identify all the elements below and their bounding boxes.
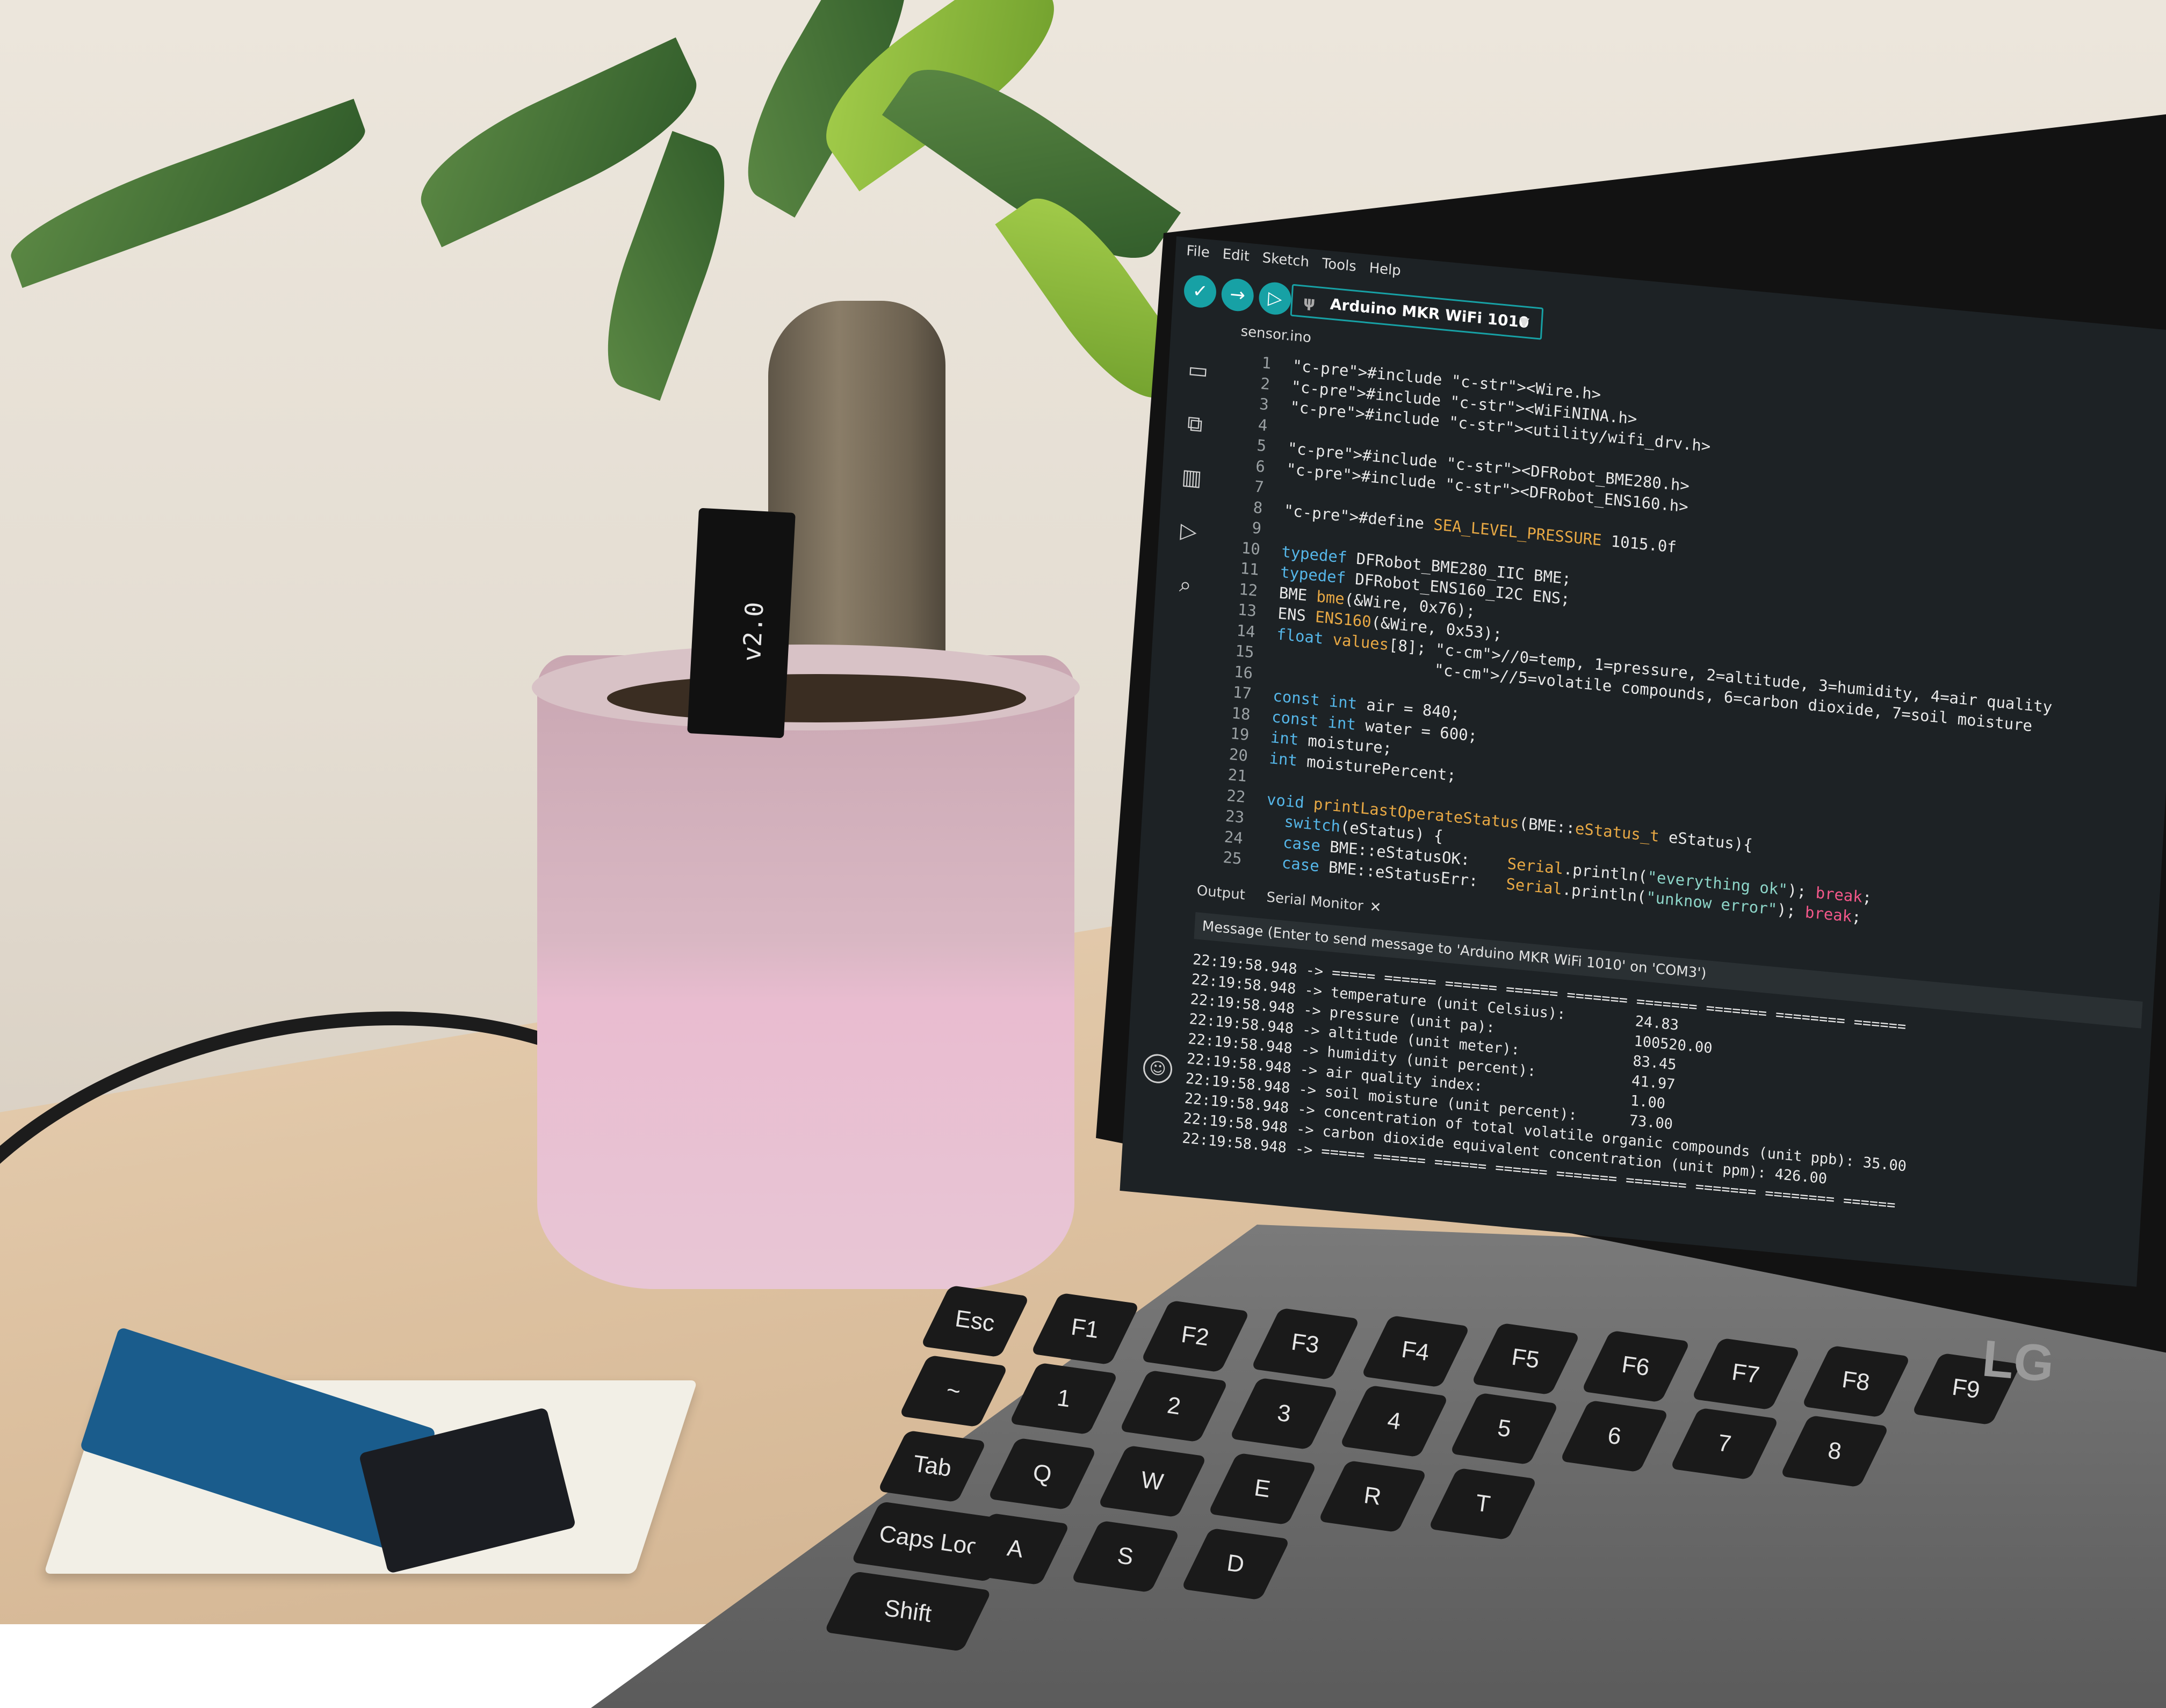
tab-serial-monitor-label: Serial Monitor [1266,889,1364,915]
plant-pot [537,655,1074,1289]
key: Esc [920,1285,1030,1358]
key: 6 [1559,1400,1669,1473]
key: 7 [1670,1407,1779,1480]
verify-button[interactable]: ✓ [1183,273,1217,309]
chevron-down-icon: ▼ [1519,314,1530,330]
debug-icon: ▷ [1267,287,1283,310]
tab-output[interactable]: Output [1196,882,1246,903]
menu-tools[interactable]: Tools [1322,256,1357,275]
key: S [1071,1520,1180,1593]
key: F2 [1140,1300,1250,1373]
key: 5 [1449,1392,1559,1465]
key: D [1181,1528,1290,1601]
usb-icon: ψ [1303,292,1316,312]
board-name: Arduino MKR WiFi 1010 [1330,294,1530,331]
key: F3 [1251,1307,1360,1380]
key: F8 [1801,1345,1911,1418]
key: 1 [1009,1362,1118,1435]
key: F1 [1030,1292,1140,1365]
close-icon[interactable]: ✕ [1369,899,1382,916]
tab-serial-monitor[interactable]: Serial Monitor ✕ [1266,889,1382,916]
key: T [1428,1467,1537,1540]
key: R [1318,1460,1427,1533]
board-selector[interactable]: ψ Arduino MKR WiFi 1010 ▼ [1290,284,1544,340]
key: F4 [1361,1315,1470,1388]
key: ~ [899,1355,1008,1428]
tab-sensor-ino[interactable]: sensor.ino [1240,323,1312,346]
folder-icon[interactable]: ▭ [1184,356,1212,385]
line-number: 25 [1222,848,1243,868]
lg-logo: LG [1980,1329,2056,1393]
arrow-right-icon: → [1229,283,1246,307]
debug-icon[interactable]: ▷ [1174,517,1203,546]
key: 4 [1339,1385,1449,1458]
library-icon[interactable]: ▥ [1178,463,1206,493]
pot-soil [607,674,1026,722]
key: 8 [1780,1415,1889,1488]
key: F5 [1471,1322,1580,1395]
menu-sketch[interactable]: Sketch [1262,250,1310,270]
menu-file[interactable]: File [1186,243,1210,261]
upload-button[interactable]: → [1221,277,1255,313]
laptop-screen: File Edit Sketch Tools Help ✓ → ▷ ψ Ardu… [1120,236,2166,1287]
board-icon[interactable]: ⧉ [1181,409,1209,439]
search-icon[interactable]: ⌕ [1171,570,1200,600]
sensor-version-label: v2.0 [737,601,769,662]
key: E [1208,1452,1317,1525]
code-editor[interactable]: 1 "c-pre">#include "c-str"><Wire.h> 2 "c-pr… [1198,349,2166,965]
key: F7 [1691,1337,1801,1410]
key: 2 [1119,1370,1229,1443]
key: 3 [1229,1377,1339,1450]
key: Q [987,1437,1097,1510]
menu-edit[interactable]: Edit [1222,246,1250,265]
debug-button[interactable]: ▷ [1258,280,1293,316]
check-icon: ✓ [1192,280,1209,303]
key: F6 [1581,1330,1691,1403]
laptop-keyboard: Esc F1 F2 F3 F4 F5 F6 F7 F8 F9 ~1 2 3 4 5 6 7 8 Tab Q W E R T Ca… [824,1285,2166,1652]
key: W [1098,1445,1207,1518]
menu-help[interactable]: Help [1369,260,1402,279]
